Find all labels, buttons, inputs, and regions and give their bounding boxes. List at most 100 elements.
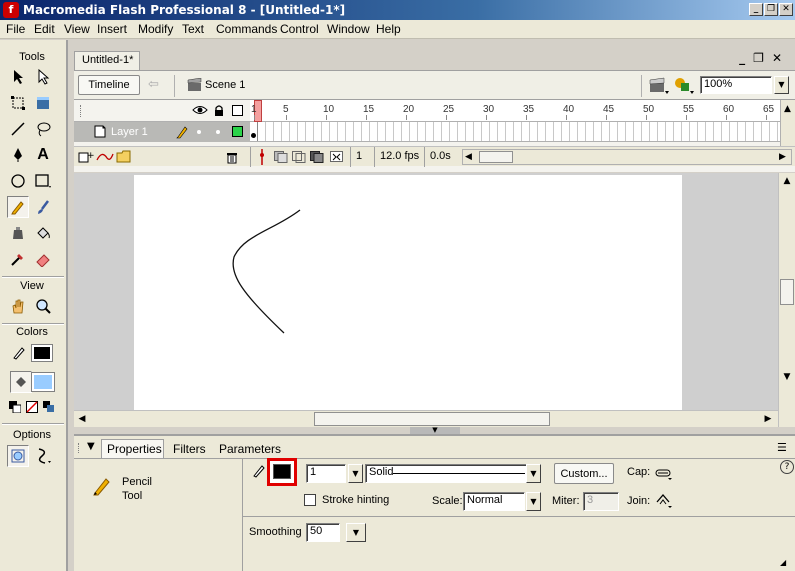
- free-transform-icon[interactable]: [7, 92, 29, 114]
- help-icon[interactable]: ?: [780, 460, 794, 474]
- doc-restore-button[interactable]: ❐: [753, 51, 772, 65]
- zoom-dropdown-button[interactable]: ▼: [774, 76, 789, 94]
- pencil-tool-icon[interactable]: [7, 196, 29, 218]
- menu-text[interactable]: Text: [182, 22, 204, 36]
- edit-scene-icon[interactable]: [648, 75, 670, 98]
- swap-colors-icon[interactable]: [40, 398, 57, 415]
- menu-help[interactable]: Help: [376, 22, 401, 36]
- pen-tool-icon[interactable]: [7, 144, 29, 166]
- fill-transform-icon[interactable]: [32, 92, 54, 114]
- menu-insert[interactable]: Insert: [97, 22, 127, 36]
- rectangle-tool-icon[interactable]: [32, 170, 54, 192]
- back-arrow-icon[interactable]: ⇦: [148, 77, 166, 93]
- frame-rate-value[interactable]: 12.0 fps: [380, 150, 419, 162]
- pencil-mode-icon[interactable]: [32, 445, 54, 467]
- fill-bucket-icon[interactable]: [10, 371, 32, 393]
- edit-symbols-icon[interactable]: [673, 75, 695, 98]
- scale-field[interactable]: Normal: [463, 492, 525, 511]
- modify-onion-markers-icon[interactable]: [330, 151, 344, 166]
- panel-collapse-icon[interactable]: ▼: [87, 441, 95, 452]
- brush-tool-icon[interactable]: [32, 196, 54, 218]
- timeline-scroll-up-icon[interactable]: ▲: [784, 104, 791, 114]
- pasteboard[interactable]: [74, 173, 778, 410]
- panel-options-menu-icon[interactable]: ☰: [777, 441, 787, 454]
- scroll-up-icon[interactable]: ▲: [779, 173, 795, 189]
- miter-field[interactable]: 3: [583, 492, 619, 511]
- menu-window[interactable]: Window: [327, 22, 370, 36]
- menu-commands[interactable]: Commands: [216, 22, 277, 36]
- panel-resize-icon[interactable]: ◢: [780, 558, 786, 567]
- timeline-toggle-button[interactable]: Timeline: [78, 75, 140, 95]
- timeline-scroll-left-icon[interactable]: ◀: [465, 152, 472, 162]
- stroke-height-dropdown[interactable]: ▼: [348, 464, 363, 483]
- doc-minimize-button[interactable]: _: [739, 51, 753, 65]
- stroke-style-field[interactable]: Solid: [365, 464, 532, 483]
- text-tool-icon[interactable]: A: [32, 144, 54, 166]
- custom-stroke-button[interactable]: Custom...: [554, 463, 614, 484]
- stroke-height-field[interactable]: 1: [306, 464, 346, 483]
- panel-splitter[interactable]: ▼: [74, 427, 795, 434]
- scroll-down-icon[interactable]: ▼: [779, 369, 795, 385]
- tab-parameters[interactable]: Parameters: [219, 442, 281, 456]
- stroke-color-picker[interactable]: [267, 458, 297, 486]
- collapse-arrow-icon[interactable]: ▼: [410, 427, 460, 434]
- minimize-button[interactable]: _: [749, 3, 763, 16]
- black-white-icon[interactable]: [6, 398, 23, 415]
- close-button[interactable]: ✕: [779, 3, 793, 16]
- ink-bottle-icon[interactable]: [7, 222, 29, 244]
- join-style-icon[interactable]: [654, 491, 676, 512]
- insert-layer-icon[interactable]: +: [78, 150, 95, 166]
- scroll-right-icon[interactable]: ▶: [760, 411, 776, 427]
- object-drawing-icon[interactable]: [7, 445, 29, 467]
- menu-file[interactable]: File: [6, 22, 25, 36]
- layer-frames[interactable]: [250, 122, 780, 142]
- stage-vscroll-thumb[interactable]: [780, 279, 794, 305]
- subselection-arrow-icon[interactable]: [32, 66, 54, 88]
- lasso-icon[interactable]: [32, 118, 54, 140]
- no-color-icon[interactable]: [23, 398, 40, 415]
- layer-visibility-dot[interactable]: [197, 130, 201, 134]
- document-tab[interactable]: Untitled-1*: [74, 51, 140, 70]
- menu-modify[interactable]: Modify: [138, 22, 173, 36]
- stage-canvas[interactable]: [134, 175, 682, 410]
- onion-skin-outlines-icon[interactable]: [292, 151, 306, 166]
- onion-skin-icon[interactable]: [274, 151, 288, 166]
- zoom-field[interactable]: 100%: [700, 76, 772, 94]
- stage-hscroll-thumb[interactable]: [314, 412, 550, 426]
- flash-app-icon[interactable]: f: [3, 2, 19, 18]
- drawn-stroke[interactable]: [134, 175, 682, 410]
- paint-bucket-icon[interactable]: [32, 222, 54, 244]
- timeline-scroll-right-icon[interactable]: ▶: [779, 152, 786, 162]
- timeline-scroll-thumb[interactable]: [479, 151, 513, 163]
- stroke-style-dropdown[interactable]: ▼: [526, 464, 541, 483]
- restore-button[interactable]: ❐: [764, 3, 778, 16]
- frame-ruler[interactable]: 1 5 10 15 20 25 30 35 40 45 50 55 60 65: [250, 100, 780, 122]
- delete-layer-trash-icon[interactable]: [226, 150, 238, 167]
- edit-multiple-frames-icon[interactable]: [310, 151, 324, 166]
- add-motion-guide-icon[interactable]: [96, 150, 114, 166]
- doc-close-button[interactable]: ✕: [772, 51, 790, 65]
- show-hide-eye-icon[interactable]: [192, 104, 208, 119]
- hand-tool-icon[interactable]: [7, 295, 29, 317]
- stroke-hinting-checkbox[interactable]: [304, 494, 316, 506]
- menu-control[interactable]: Control: [280, 22, 319, 36]
- layer-name[interactable]: Layer 1: [111, 126, 148, 138]
- menu-view[interactable]: View: [64, 22, 90, 36]
- lock-icon[interactable]: [214, 104, 224, 120]
- panel-gripper[interactable]: [78, 443, 80, 453]
- stage-vscrollbar[interactable]: ▲ ▼: [778, 173, 795, 427]
- layer-row[interactable]: Layer 1: [74, 122, 250, 142]
- menu-edit[interactable]: Edit: [34, 22, 55, 36]
- layer-lock-dot[interactable]: [216, 130, 220, 134]
- tab-filters[interactable]: Filters: [173, 442, 206, 456]
- eraser-icon[interactable]: [32, 248, 54, 270]
- insert-folder-icon[interactable]: [116, 149, 132, 166]
- line-tool-icon[interactable]: [7, 118, 29, 140]
- cap-style-icon[interactable]: [654, 465, 676, 484]
- scroll-left-icon[interactable]: ◀: [74, 411, 90, 427]
- smoothing-field[interactable]: 50: [306, 523, 340, 542]
- fill-color-swatch[interactable]: [31, 372, 55, 392]
- stage-hscrollbar[interactable]: ◀ ▶: [74, 410, 778, 427]
- selection-arrow-icon[interactable]: [7, 66, 29, 88]
- tab-properties[interactable]: Properties: [107, 442, 162, 456]
